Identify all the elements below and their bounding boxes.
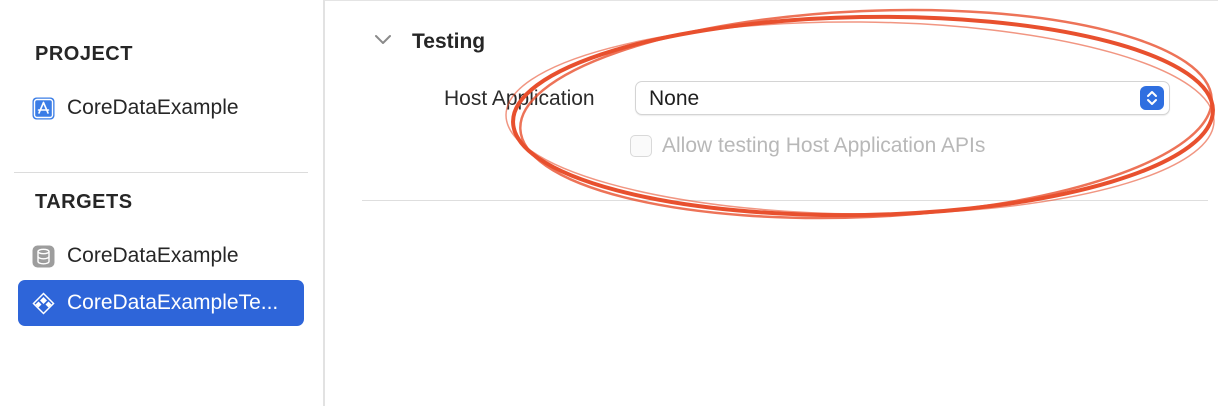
sidebar-item-label: CoreDataExample — [67, 244, 239, 267]
test-target-icon — [32, 291, 55, 315]
chevron-down-icon[interactable] — [374, 33, 392, 47]
allow-apis-checkbox[interactable] — [630, 135, 652, 157]
app-store-icon — [32, 97, 55, 120]
database-icon — [32, 245, 55, 268]
sidebar-item-target-tests[interactable]: CoreDataExampleTe... — [18, 280, 304, 326]
sidebar: PROJECT CoreDataExample TARGETS CoreData… — [0, 0, 325, 406]
settings-pane: Testing Host Application None Allow test… — [327, 0, 1218, 406]
host-application-value: None — [649, 87, 700, 110]
testing-section-title: Testing — [412, 30, 486, 53]
host-application-popup[interactable]: None — [635, 81, 1170, 115]
popup-stepper-icon — [1140, 86, 1164, 110]
sidebar-item-label: CoreDataExample — [67, 96, 239, 119]
host-application-label: Host Application — [444, 87, 595, 110]
targets-section-title: TARGETS — [35, 191, 133, 213]
sidebar-divider — [14, 172, 308, 173]
section-divider — [362, 200, 1208, 201]
sidebar-item-target-app[interactable]: CoreDataExample — [18, 233, 304, 279]
sidebar-item-project[interactable]: CoreDataExample — [18, 85, 304, 131]
project-section-title: PROJECT — [35, 43, 133, 65]
allow-apis-label: Allow testing Host Application APIs — [662, 134, 986, 157]
sidebar-item-label: CoreDataExampleTe... — [67, 291, 279, 314]
